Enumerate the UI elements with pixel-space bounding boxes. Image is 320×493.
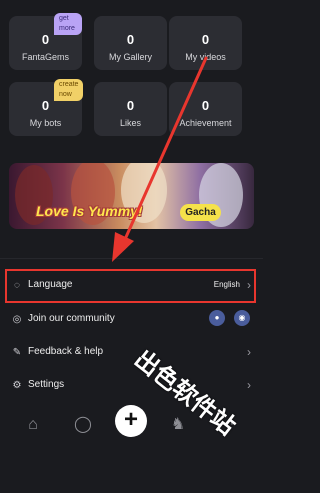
stat-my-gallery[interactable]: 0 My Gallery bbox=[94, 16, 167, 70]
banner-title: Love Is Yummy! bbox=[36, 203, 143, 219]
menu-item-label: Settings bbox=[28, 379, 65, 390]
stat-value: 0 bbox=[126, 98, 135, 113]
stat-label: My videos bbox=[185, 52, 226, 62]
stat-value: 0 bbox=[41, 98, 50, 113]
chevron-right-icon: › bbox=[247, 278, 251, 292]
stat-value: 0 bbox=[126, 32, 135, 47]
edit-icon: ✎ bbox=[12, 347, 22, 358]
menu-item-label: Join our community bbox=[28, 313, 115, 324]
home-icon[interactable]: ⌂ bbox=[22, 414, 44, 436]
menu-item-label: Feedback & help bbox=[28, 346, 104, 357]
planet-icon: ◎ bbox=[12, 314, 22, 325]
menu-item-community[interactable]: ◎ Join our community ● ◉ bbox=[0, 304, 263, 336]
stat-label: My bots bbox=[29, 118, 62, 128]
stat-fantagems[interactable]: get more 0 FantaGems bbox=[9, 13, 82, 70]
gacha-button[interactable]: Gacha bbox=[180, 204, 221, 221]
gear-icon: ⚙ bbox=[12, 380, 22, 391]
stat-value: 0 bbox=[41, 32, 50, 47]
stat-my-bots[interactable]: create now 0 My bots bbox=[9, 79, 84, 136]
globe-icon: ◌ bbox=[14, 280, 20, 291]
divider bbox=[0, 258, 263, 259]
stat-value: 0 bbox=[201, 32, 210, 47]
discord-icon[interactable]: ◉ bbox=[234, 310, 250, 326]
menu-item-language[interactable]: ◌ Language English › bbox=[0, 269, 263, 303]
stat-my-videos[interactable]: 0 My videos bbox=[169, 16, 242, 70]
stat-likes[interactable]: 0 Likes bbox=[94, 82, 167, 136]
stat-achievement[interactable]: 0 Achievement bbox=[169, 82, 242, 136]
stat-label: Likes bbox=[119, 118, 141, 128]
language-value: English bbox=[213, 280, 240, 289]
chevron-right-icon: › bbox=[247, 345, 251, 359]
stat-label: My Gallery bbox=[108, 52, 152, 62]
stat-label: Achievement bbox=[179, 118, 232, 128]
menu-item-label: Language bbox=[28, 279, 73, 290]
chevron-right-icon: › bbox=[247, 378, 251, 392]
reddit-icon[interactable]: ● bbox=[209, 310, 225, 326]
gacha-banner[interactable]: Love Is Yummy! Gacha bbox=[9, 163, 254, 229]
stat-value: 0 bbox=[201, 98, 210, 113]
stat-label: FantaGems bbox=[21, 52, 70, 62]
